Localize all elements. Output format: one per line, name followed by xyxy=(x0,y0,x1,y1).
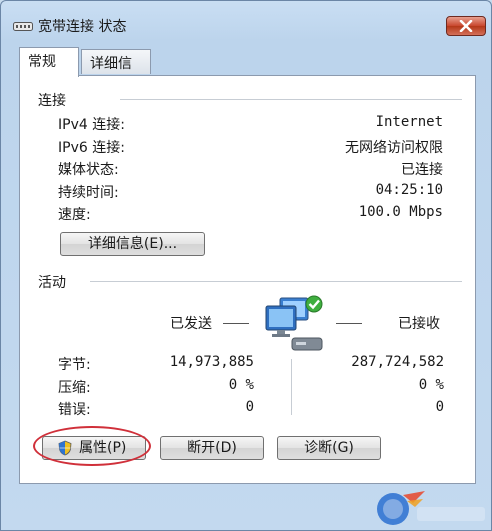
ipv6-value: 无网络访问权限 xyxy=(345,140,443,156)
bytes-label: 字节: xyxy=(58,357,91,373)
connection-header: 连接 xyxy=(38,90,66,110)
disconnect-button[interactable]: 断开(D) xyxy=(160,436,264,460)
ipv4-label: IPv4 连接: xyxy=(58,117,125,133)
connection-status-window: 宽带连接 状态 常规 详细信息 连接 IPv4 连接: Internet IPv… xyxy=(0,0,492,531)
speed-label: 速度: xyxy=(58,207,91,223)
network-computers-icon xyxy=(265,295,323,351)
properties-highlight-circle xyxy=(33,426,151,466)
errors-received: 0 xyxy=(435,399,444,415)
ipv6-label: IPv6 连接: xyxy=(58,140,125,156)
site-logo-watermark xyxy=(377,491,485,525)
sent-label: 已发送 xyxy=(170,316,212,332)
errors-label: 错误: xyxy=(58,402,91,418)
window-title: 宽带连接 状态 xyxy=(38,19,127,35)
activity-divider xyxy=(90,281,462,282)
duration-label: 持续时间: xyxy=(58,185,119,201)
tab-general[interactable]: 常规 xyxy=(19,47,79,77)
sent-connector xyxy=(223,323,249,324)
duration-value: 04:25:10 xyxy=(375,182,443,198)
title-bar[interactable]: 宽带连接 状态 xyxy=(1,1,491,43)
diagnose-button[interactable]: 诊断(G) xyxy=(277,436,381,460)
compression-received: 0 % xyxy=(418,377,444,393)
activity-header: 活动 xyxy=(38,272,66,292)
network-adapter-icon xyxy=(13,22,33,31)
speed-value: 100.0 Mbps xyxy=(358,204,443,220)
media-state-value: 已连接 xyxy=(401,162,443,178)
bytes-sent: 14,973,885 xyxy=(169,354,254,370)
received-label: 已接收 xyxy=(398,316,440,332)
media-state-label: 媒体状态: xyxy=(58,162,119,178)
activity-center-divider xyxy=(291,359,292,415)
compression-label: 压缩: xyxy=(58,380,91,396)
errors-sent: 0 xyxy=(245,399,254,415)
connection-divider xyxy=(120,99,462,100)
close-icon xyxy=(459,20,473,32)
tab-details[interactable]: 详细信息 xyxy=(81,49,151,92)
ipv4-value: Internet xyxy=(375,114,443,130)
close-button[interactable] xyxy=(446,16,486,36)
compression-sent: 0 % xyxy=(228,377,254,393)
bytes-received: 287,724,582 xyxy=(351,354,444,370)
general-panel: 连接 IPv4 连接: Internet IPv6 连接: 无网络访问权限 媒体… xyxy=(19,75,476,484)
received-connector xyxy=(336,323,362,324)
details-button[interactable]: 详细信息(E)... xyxy=(60,232,205,256)
